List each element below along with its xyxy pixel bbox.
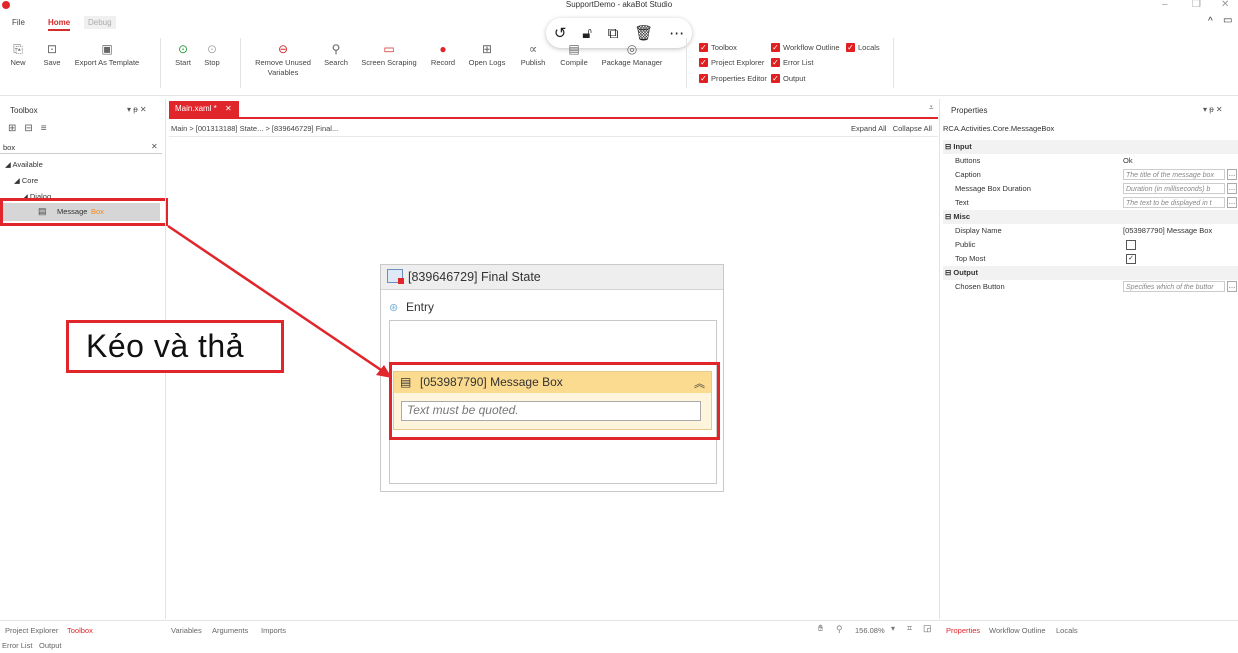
tab-variables[interactable]: Variables: [171, 626, 202, 635]
ellipsis-button[interactable]: …: [1227, 197, 1237, 208]
ellipsis-button[interactable]: …: [1227, 183, 1237, 194]
property-row: Top Most ✓: [943, 252, 1238, 266]
zoom-level[interactable]: 156.08%: [855, 626, 885, 635]
panel-divider: [939, 99, 940, 619]
text-input[interactable]: The text to be displayed in t: [1123, 197, 1225, 208]
property-row: Text The text to be displayed in t…: [955, 197, 1237, 208]
ellipsis-button[interactable]: …: [1227, 169, 1237, 180]
property-row: Buttons Ok: [943, 154, 1238, 168]
tab-properties[interactable]: Properties: [946, 626, 980, 635]
property-category[interactable]: ⊟ Output: [943, 266, 1238, 280]
ellipsis-button[interactable]: …: [1227, 281, 1237, 292]
tab-project-explorer[interactable]: Project Explorer: [5, 626, 58, 635]
hand-tool-icon[interactable]: ✋︎: [818, 623, 823, 634]
arrow-line: [167, 224, 385, 374]
property-category[interactable]: ⊟ Misc: [943, 210, 1238, 224]
tab-locals[interactable]: Locals: [1056, 626, 1078, 635]
overview-map-icon[interactable]: ◲: [923, 623, 932, 634]
property-grid: ⊟ Input Buttons Ok Caption The title of th…: [943, 140, 1238, 294]
tab-workflow-outline[interactable]: Workflow Outline: [989, 626, 1046, 635]
drag-arrow: [167, 224, 392, 378]
tab-arguments[interactable]: Arguments: [212, 626, 248, 635]
zoom-dropdown-icon[interactable]: ▾: [891, 624, 895, 633]
tab-output[interactable]: Output: [39, 641, 62, 650]
fit-to-screen-icon[interactable]: ⌗: [907, 623, 912, 634]
property-row: Caption The title of the message box…: [955, 169, 1237, 180]
tab-error-list[interactable]: Error List: [2, 641, 32, 650]
property-row: Chosen Button Specifies which of the butt…: [955, 281, 1237, 292]
public-checkbox[interactable]: [1126, 240, 1136, 250]
chosen-button-input[interactable]: Specifies which of the buttor: [1123, 281, 1225, 292]
top-most-checkbox[interactable]: ✓: [1126, 254, 1136, 264]
bottom-separator: [0, 620, 1238, 621]
property-category[interactable]: ⊟ Input: [943, 140, 1238, 154]
panel-dropdown-icon[interactable]: ▾ ᵽ ✕: [1203, 105, 1223, 114]
property-row: Message Box Duration Duration (in millise…: [955, 183, 1237, 194]
tab-imports[interactable]: Imports: [261, 626, 286, 635]
properties-type: RCA.Activities.Core.MessageBox: [943, 124, 1055, 133]
zoom-icon[interactable]: ⚲: [836, 624, 843, 635]
property-row: Display Name [053987790] Message Box: [943, 224, 1238, 238]
tab-toolbox[interactable]: Toolbox: [67, 626, 93, 635]
display-name-value[interactable]: [053987790] Message Box: [1123, 226, 1223, 235]
duration-input[interactable]: Duration (in milliseconds) b: [1123, 183, 1225, 194]
properties-panel-title: Properties: [951, 106, 988, 115]
buttons-value[interactable]: Ok: [1123, 156, 1223, 165]
property-row: Public: [943, 238, 1238, 252]
caption-input[interactable]: The title of the message box: [1123, 169, 1225, 180]
